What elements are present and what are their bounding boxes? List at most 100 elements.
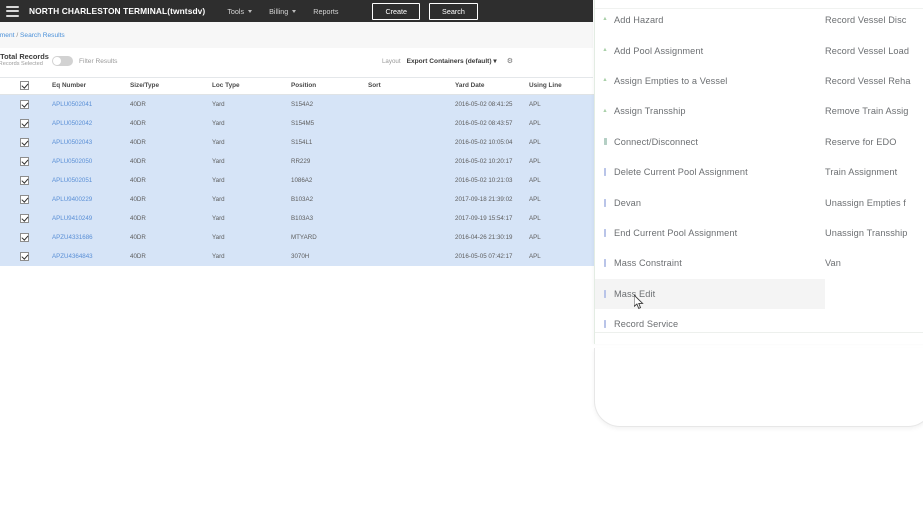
cell-eq-number: APZU4364843: [52, 247, 130, 266]
cell-size-type: 40DR: [130, 152, 212, 171]
menu-item-delete-current-pool-assignment[interactable]: Delete Current Pool Assignment: [595, 157, 825, 187]
bar-marker-icon: [600, 320, 610, 328]
column-header-position[interactable]: Position: [291, 77, 368, 95]
menu-item-unassign-empties-f[interactable]: Unassign Empties f: [825, 187, 923, 217]
eq-number-link[interactable]: APLU9400229: [52, 196, 92, 203]
search-results-table: Eq Number Size/Type Loc Type Position So…: [0, 77, 613, 266]
table-row[interactable]: APLU0502050 40DR Yard RR229 2016-05-02 10:20…: [0, 152, 613, 171]
menu-item-remove-train-assig[interactable]: Remove Train Assig: [825, 96, 923, 126]
menu-item-add-hazard[interactable]: ▲ Add Hazard: [595, 5, 825, 35]
nav-link-reports-label: Reports: [313, 6, 339, 16]
menu-item-assign-empties-to-a-vessel[interactable]: ▲ Assign Empties to a Vessel: [595, 66, 825, 96]
menu-item-label: Van: [825, 258, 841, 269]
row-checkbox[interactable]: [20, 252, 29, 261]
layout-select[interactable]: Export Containers (default) ▾: [407, 57, 497, 65]
menu-item-end-current-pool-assignment[interactable]: End Current Pool Assignment: [595, 218, 825, 248]
column-header-sort[interactable]: Sort: [368, 77, 455, 95]
cell-eq-number: APLU9410249: [52, 209, 130, 228]
nav-link-billing[interactable]: Billing: [269, 7, 297, 16]
layout-label: Layout: [381, 57, 401, 65]
menu-item-label: Unassign Transship: [825, 227, 908, 238]
menu-item-reserve-for-edo[interactable]: Reserve for EDO: [825, 127, 923, 157]
menu-item-record-service[interactable]: Record Service: [595, 309, 825, 339]
search-button[interactable]: Search: [429, 2, 478, 20]
eq-number-link[interactable]: APLU0502050: [52, 158, 92, 165]
bar-marker-icon: [600, 199, 610, 207]
menu-item-label: Add Pool Assignment: [614, 45, 704, 56]
eq-number-link[interactable]: APZU4364843: [52, 253, 93, 260]
app-brand-title: NORTH CHARLESTON TERMINAL(twntsdv): [29, 6, 206, 16]
row-checkbox[interactable]: [20, 100, 29, 109]
select-all-header: [0, 77, 52, 95]
menu-item-record-vessel-disc[interactable]: Record Vessel Disc: [825, 5, 923, 35]
menu-item-record-vessel-load[interactable]: Record Vessel Load: [825, 35, 923, 65]
column-header-eq-number[interactable]: Eq Number: [52, 77, 130, 95]
cell-loc-type: Yard: [212, 133, 291, 152]
cell-position: S154L1: [291, 133, 368, 152]
eq-number-link[interactable]: APLU9410249: [52, 215, 92, 222]
chevron-down-icon: ▾: [493, 58, 497, 65]
menu-item-add-pool-assignment[interactable]: ▲ Add Pool Assignment: [595, 35, 825, 65]
row-select-cell: [0, 171, 52, 190]
filter-results-toggle[interactable]: [52, 56, 73, 66]
table-row[interactable]: APLU9410249 40DR Yard B103A3 2017-09-19 15:5…: [0, 209, 613, 228]
nav-link-tools[interactable]: Tools: [227, 7, 253, 16]
eq-number-link[interactable]: APZU4331686: [52, 234, 93, 241]
row-checkbox[interactable]: [20, 176, 29, 185]
breadcrumb-current[interactable]: Search Results: [20, 32, 65, 39]
menu-item-train-assignment[interactable]: Train Assignment: [825, 157, 923, 187]
cell-loc-type: Yard: [212, 94, 291, 114]
row-checkbox[interactable]: [20, 233, 29, 242]
row-checkbox[interactable]: [20, 157, 29, 166]
cell-eq-number: APLU9400229: [52, 190, 130, 209]
eq-number-link[interactable]: APLU0502051: [52, 177, 92, 184]
eq-number-link[interactable]: APLU0502041: [52, 101, 92, 108]
navbar-buttons: Create Search: [372, 2, 478, 20]
cell-eq-number: APZU4331686: [52, 228, 130, 247]
table-row[interactable]: APZU4331686 40DR Yard MTYARD 2016-04-26 21:3…: [0, 228, 613, 247]
cell-size-type: 40DR: [130, 171, 212, 190]
bottom-sheet-panel: [594, 348, 923, 427]
nav-link-reports[interactable]: Reports: [313, 7, 338, 16]
menu-item-mass-edit[interactable]: Mass Edit: [595, 278, 825, 309]
breadcrumb-parent[interactable]: uipment: [0, 32, 14, 39]
hamburger-menu-icon[interactable]: [6, 5, 19, 17]
row-checkbox[interactable]: [20, 214, 29, 223]
select-all-checkbox[interactable]: [20, 81, 29, 90]
table-row[interactable]: APLU0502051 40DR Yard 1086A2 2016-05-02 10:2…: [0, 171, 613, 190]
cell-loc-type: Yard: [212, 152, 291, 171]
actions-menu-panel: ▲ Add Hazard ▲ Add Pool Assignment ▲ Assign E…: [594, 0, 923, 344]
cell-eq-number: APLU0502043: [52, 133, 130, 152]
cell-sort: [368, 133, 455, 152]
triangle-marker-icon: ▲: [602, 16, 608, 23]
column-header-yard-date[interactable]: Yard Date: [455, 77, 529, 95]
table-row[interactable]: APLU0502041 40DR Yard S154A2 2016-05-02 08:4…: [0, 94, 613, 114]
cell-size-type: 40DR: [130, 114, 212, 133]
gear-icon[interactable]: ⚙: [507, 57, 513, 65]
column-header-size-type[interactable]: Size/Type: [130, 77, 212, 95]
row-checkbox[interactable]: [20, 195, 29, 204]
menu-item-unassign-transship[interactable]: Unassign Transship: [825, 218, 923, 248]
menu-item-devan[interactable]: Devan: [595, 187, 825, 217]
cell-yard-date: 2016-05-02 08:41:25: [455, 94, 529, 114]
eq-number-link[interactable]: APLU0502043: [52, 139, 92, 146]
menu-item-connect-disconnect[interactable]: Connect/Disconnect: [595, 127, 825, 157]
column-header-loc-type[interactable]: Loc Type: [212, 77, 291, 95]
create-button[interactable]: Create: [372, 2, 421, 20]
cell-yard-date: 2016-05-02 10:05:04: [455, 133, 529, 152]
menu-item-record-vessel-reha[interactable]: Record Vessel Reha: [825, 66, 923, 96]
menu-item-mass-constraint[interactable]: Mass Constraint: [595, 248, 825, 278]
cell-size-type: 40DR: [130, 209, 212, 228]
table-row[interactable]: APLU0502042 40DR Yard S154M5 2016-05-02 08:4…: [0, 114, 613, 133]
table-row[interactable]: APLU0502043 40DR Yard S154L1 2016-05-02 10:0…: [0, 133, 613, 152]
eq-number-link[interactable]: APLU0502042: [52, 120, 92, 127]
cell-loc-type: Yard: [212, 171, 291, 190]
row-checkbox[interactable]: [20, 119, 29, 128]
table-row[interactable]: APZU4364843 40DR Yard 3070H 2016-05-05 07:42…: [0, 247, 613, 266]
menu-item-van[interactable]: Van: [825, 248, 923, 278]
row-checkbox[interactable]: [20, 138, 29, 147]
cell-eq-number: APLU0502042: [52, 114, 130, 133]
table-row[interactable]: APLU9400229 40DR Yard B103A2 2017-09-18 21:3…: [0, 190, 613, 209]
cell-sort: [368, 190, 455, 209]
menu-item-assign-transship[interactable]: ▲ Assign Transship: [595, 96, 825, 126]
